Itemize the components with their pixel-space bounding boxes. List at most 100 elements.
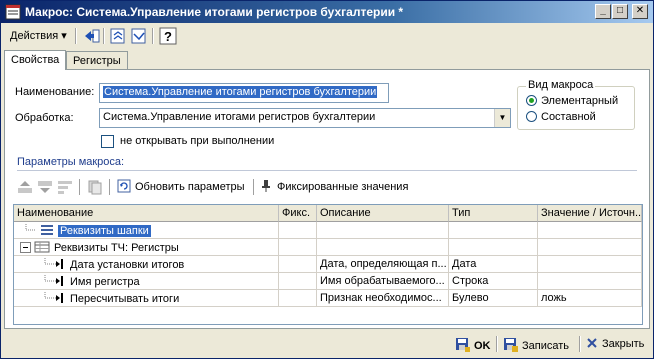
properties-panel: Наименование: Система.Управление итогами… — [4, 69, 650, 329]
collapse-icon[interactable] — [20, 242, 31, 253]
form-icon — [5, 4, 21, 20]
parameter-arrow-icon — [44, 275, 63, 286]
open-processing-icon[interactable] — [109, 27, 127, 45]
save-icon — [504, 338, 518, 352]
column-header-type[interactable]: Тип — [449, 205, 538, 222]
row-fixed — [279, 239, 317, 256]
refresh-params-label: Обновить параметры — [135, 181, 245, 193]
fixed-values-label: Фиксированные значения — [277, 181, 409, 193]
macro-type-title: Вид макроса — [526, 79, 596, 91]
radio-on-icon — [526, 95, 537, 106]
table-row[interactable]: Имя регистра — [14, 273, 279, 290]
dont-open-label: не открывать при выполнении — [120, 135, 275, 147]
table-part-icon — [34, 241, 50, 253]
move-down-icon[interactable] — [37, 179, 53, 195]
ok-button[interactable]: OK — [455, 334, 491, 354]
radio-composite-label: Составной — [541, 111, 596, 123]
row-value — [538, 222, 642, 239]
toolbar-separator — [579, 336, 581, 352]
column-header-value[interactable]: Значение / Источн... — [538, 205, 642, 222]
name-label: Наименование: — [15, 86, 95, 98]
bottom-bar: OK Записать Закрыть — [3, 332, 653, 356]
processing-combo[interactable]: Система.Управление итогами регистров бух… — [99, 108, 511, 128]
window-title: Макрос: Система.Управление итогами регис… — [25, 5, 404, 19]
row-desc — [317, 222, 449, 239]
radio-off-icon — [526, 111, 537, 122]
header-attributes-icon — [41, 225, 53, 235]
macro-type-group: Вид макроса Элементарный Составной — [517, 79, 635, 130]
minimize-button[interactable]: _ — [595, 4, 611, 19]
row-name: Дата установки итогов — [70, 259, 185, 271]
params-toolbar: Обновить параметры Фиксированные значени… — [13, 177, 413, 197]
macro-window: Макрос: Система.Управление итогами регис… — [0, 0, 654, 359]
close-button[interactable]: Закрыть — [586, 334, 644, 354]
toolbar: Действия ▾ ? — [3, 25, 653, 47]
table-row[interactable]: Реквизиты шапки — [14, 222, 279, 239]
column-header-name[interactable]: Наименование — [14, 205, 279, 222]
refresh-params-button[interactable]: Обновить параметры — [117, 179, 245, 193]
pin-icon — [262, 180, 270, 192]
row-fixed — [279, 273, 317, 290]
column-header-fixed[interactable]: Фикс. — [279, 205, 317, 222]
move-up-icon[interactable] — [17, 179, 33, 195]
column-header-description[interactable]: Описание — [317, 205, 449, 222]
copy-icon[interactable] — [87, 179, 103, 195]
row-name: Пересчитывать итоги — [70, 293, 180, 305]
sort-icon[interactable] — [57, 179, 73, 195]
parameter-arrow-icon — [44, 258, 63, 269]
save-close-icon — [456, 338, 470, 352]
parameter-arrow-icon — [44, 292, 63, 303]
help-icon[interactable]: ? — [159, 27, 177, 45]
radio-elementary-label: Элементарный — [541, 95, 619, 107]
toolbar-separator — [75, 28, 77, 44]
row-desc: Признак необходимос... — [317, 290, 449, 307]
svg-text:?: ? — [164, 29, 172, 44]
edit-processing-icon[interactable] — [130, 27, 148, 45]
row-desc: Дата, определяющая п... — [317, 256, 449, 273]
row-type: Дата — [449, 256, 538, 273]
title-bar[interactable]: Макрос: Система.Управление итогами регис… — [1, 1, 653, 23]
section-divider — [17, 170, 637, 171]
fixed-values-button[interactable]: Фиксированные значения — [261, 179, 408, 193]
row-name: Имя регистра — [70, 276, 140, 288]
row-value: ложь — [538, 290, 642, 307]
tree-line-icon — [25, 224, 36, 231]
table-row[interactable]: Дата установки итогов — [14, 256, 279, 273]
chevron-down-icon: ▾ — [61, 30, 67, 42]
row-value — [538, 239, 642, 256]
row-fixed — [279, 256, 317, 273]
actions-label: Действия — [10, 30, 59, 42]
actions-menu-button[interactable]: Действия ▾ — [7, 27, 70, 45]
toolbar-separator — [496, 336, 498, 352]
processing-value: Система.Управление итогами регистров бух… — [103, 111, 376, 123]
table-row[interactable]: Пересчитывать итоги — [14, 290, 279, 307]
name-field[interactable]: Система.Управление итогами регистров бух… — [99, 83, 389, 103]
radio-elementary[interactable]: Элементарный — [526, 95, 618, 107]
close-window-button[interactable]: ✕ — [632, 4, 648, 19]
row-name: Реквизиты ТЧ: Регистры — [54, 242, 179, 254]
row-desc: Имя обрабатываемого... — [317, 273, 449, 290]
save-button[interactable]: Записать — [503, 334, 569, 354]
save-label: Записать — [522, 340, 570, 352]
table-row[interactable]: Реквизиты ТЧ: Регистры — [14, 239, 279, 256]
row-type: Булево — [449, 290, 538, 307]
row-type — [449, 239, 538, 256]
params-grid[interactable]: Наименование Фикс. Описание Тип Значение… — [13, 204, 643, 325]
toolbar-separator — [109, 179, 111, 195]
radio-composite[interactable]: Составной — [526, 111, 596, 123]
chevron-down-icon[interactable]: ▼ — [494, 109, 510, 127]
maximize-button[interactable]: □ — [612, 4, 628, 19]
row-fixed — [279, 222, 317, 239]
close-icon — [587, 338, 597, 348]
dont-open-checkbox[interactable] — [101, 135, 114, 148]
tab-properties[interactable]: Свойства — [4, 50, 67, 70]
row-type: Строка — [449, 273, 538, 290]
row-value — [538, 256, 642, 273]
row-value — [538, 273, 642, 290]
ok-label: OK — [474, 340, 491, 352]
row-desc — [317, 239, 449, 256]
tab-registers[interactable]: Регистры — [66, 51, 128, 70]
go-back-icon[interactable] — [83, 27, 101, 45]
close-label: Закрыть — [602, 338, 645, 350]
toolbar-separator — [103, 28, 105, 44]
